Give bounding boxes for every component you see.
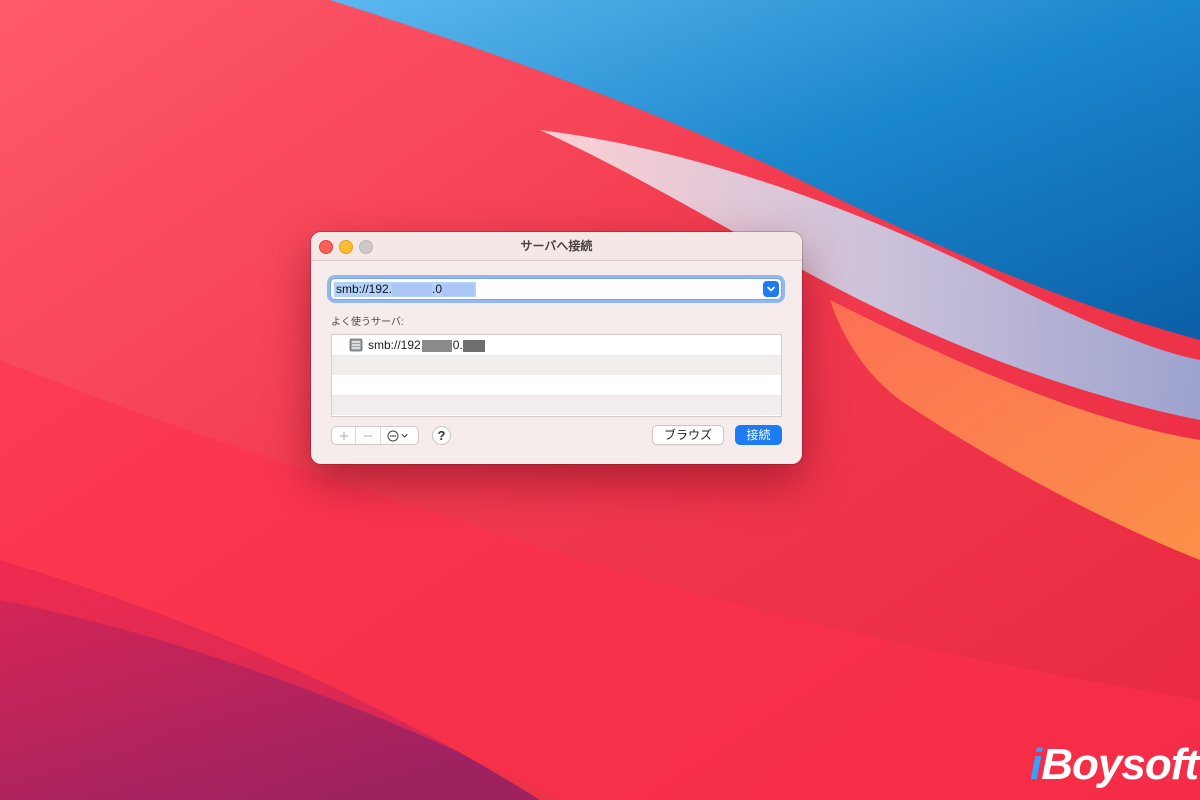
ellipsis-circle-icon — [387, 430, 408, 441]
remove-server-button[interactable] — [356, 427, 381, 444]
help-button[interactable]: ? — [432, 426, 451, 445]
item-prefix: smb://192 — [368, 338, 421, 352]
window-title: サーバへ接続 — [520, 239, 593, 253]
title-bar[interactable]: サーバへ接続 — [311, 232, 802, 261]
server-icon — [349, 338, 363, 352]
redacted-block — [392, 283, 433, 296]
minus-icon — [364, 434, 373, 437]
favorite-servers-list[interactable]: smb://192 0. — [331, 334, 782, 417]
browse-button[interactable]: ブラウズ — [652, 425, 724, 445]
redacted-block — [462, 339, 485, 352]
connect-to-server-window: サーバへ接続 smb://192. .0 よく使うサーバ: smb://192 0. — [311, 232, 802, 464]
favorite-servers-label: よく使うサーバ: — [331, 317, 404, 328]
address-prefix: smb://192. — [336, 282, 393, 296]
logo-text: Boysoft — [1041, 740, 1199, 789]
redacted-block — [442, 283, 475, 296]
list-item — [332, 375, 781, 395]
server-address-input[interactable]: smb://192. .0 — [330, 278, 782, 300]
item-middle: 0. — [452, 338, 463, 352]
iboysoft-logo: iBoysoft — [1030, 740, 1199, 790]
list-item — [332, 355, 781, 375]
list-item — [332, 395, 781, 415]
recent-servers-dropdown[interactable] — [763, 281, 779, 297]
list-item[interactable]: smb://192 0. — [332, 335, 781, 355]
chevron-down-icon — [767, 286, 775, 292]
list-item-label: smb://192 0. — [368, 338, 485, 352]
list-actions-segmented-control — [331, 426, 419, 445]
more-actions-button[interactable] — [381, 427, 418, 444]
plus-icon — [339, 431, 348, 440]
logo-i: i — [1030, 740, 1042, 789]
add-server-button[interactable] — [332, 427, 357, 444]
server-address-value[interactable]: smb://192. .0 — [334, 282, 477, 297]
address-middle: .0 — [432, 282, 443, 296]
redacted-block — [421, 339, 452, 352]
connect-button[interactable]: 接続 — [735, 425, 782, 445]
